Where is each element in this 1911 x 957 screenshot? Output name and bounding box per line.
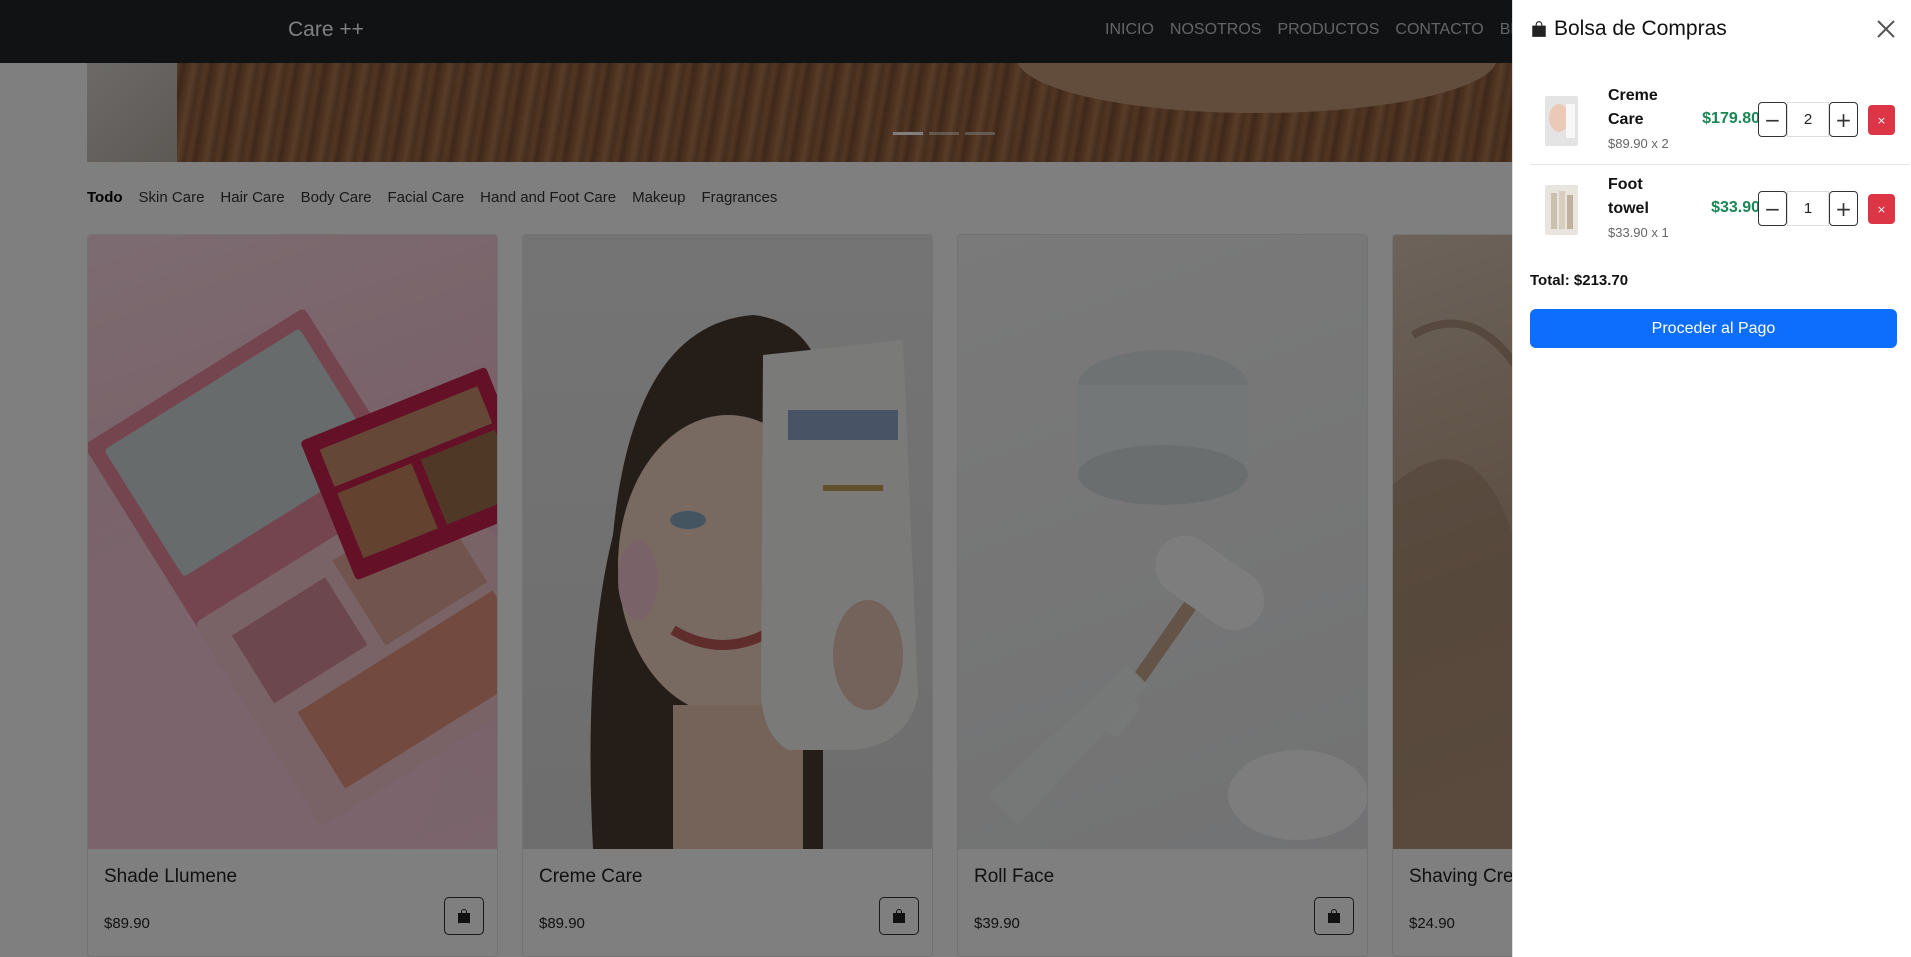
cart-item-thumbnail xyxy=(1545,185,1578,235)
remove-item-button[interactable]: × xyxy=(1868,194,1895,224)
panel-header: Bolsa de Compras xyxy=(1530,17,1727,41)
cart-item-name: Creme Care xyxy=(1608,87,1658,128)
increase-quantity-button[interactable]: + xyxy=(1829,102,1858,137)
cart-item-unit-price: $33.90 x 1 xyxy=(1608,225,1669,240)
cart-item-name: Foot towel xyxy=(1608,176,1649,217)
close-icon xyxy=(1877,20,1895,38)
cart-divider xyxy=(1530,164,1910,165)
decrease-quantity-button[interactable]: − xyxy=(1758,102,1787,137)
cart-item-unit-price: $89.90 x 2 xyxy=(1608,136,1669,151)
cart-item-thumbnail xyxy=(1545,96,1578,146)
cart-item: Creme Care $89.90 x 2 $179.80 − 2 + × xyxy=(1530,84,1910,168)
increase-quantity-button[interactable]: + xyxy=(1829,191,1858,226)
cart-item-thumbnail-image xyxy=(1545,96,1578,146)
quantity-value[interactable]: 2 xyxy=(1787,102,1829,137)
close-button[interactable] xyxy=(1875,18,1897,40)
quantity-value[interactable]: 1 xyxy=(1787,191,1829,226)
page: Care ++ INICIO NOSOTROS PRODUCTOS CONTAC… xyxy=(0,0,1911,957)
cart-item: Foot towel $33.90 x 1 $33.90 − 1 + × xyxy=(1530,173,1910,257)
cart-item-line-total: $33.90 xyxy=(1711,199,1760,216)
panel-title: Bolsa de Compras xyxy=(1554,17,1727,40)
cart-item-line-total: $179.80 xyxy=(1702,110,1760,127)
quantity-stepper: − 1 + xyxy=(1758,191,1858,226)
cart-item-thumbnail-image xyxy=(1545,185,1578,235)
quantity-stepper: − 2 + xyxy=(1758,102,1858,137)
shopping-bag-icon xyxy=(1532,21,1546,37)
decrease-quantity-button[interactable]: − xyxy=(1758,191,1787,226)
remove-item-button[interactable]: × xyxy=(1868,105,1895,135)
shopping-bag-panel: Bolsa de Compras Creme Care $89.90 x 2 $… xyxy=(1512,0,1911,957)
cart-total: Total: $213.70 xyxy=(1530,272,1629,289)
checkout-button[interactable]: Proceder al Pago xyxy=(1530,309,1897,348)
